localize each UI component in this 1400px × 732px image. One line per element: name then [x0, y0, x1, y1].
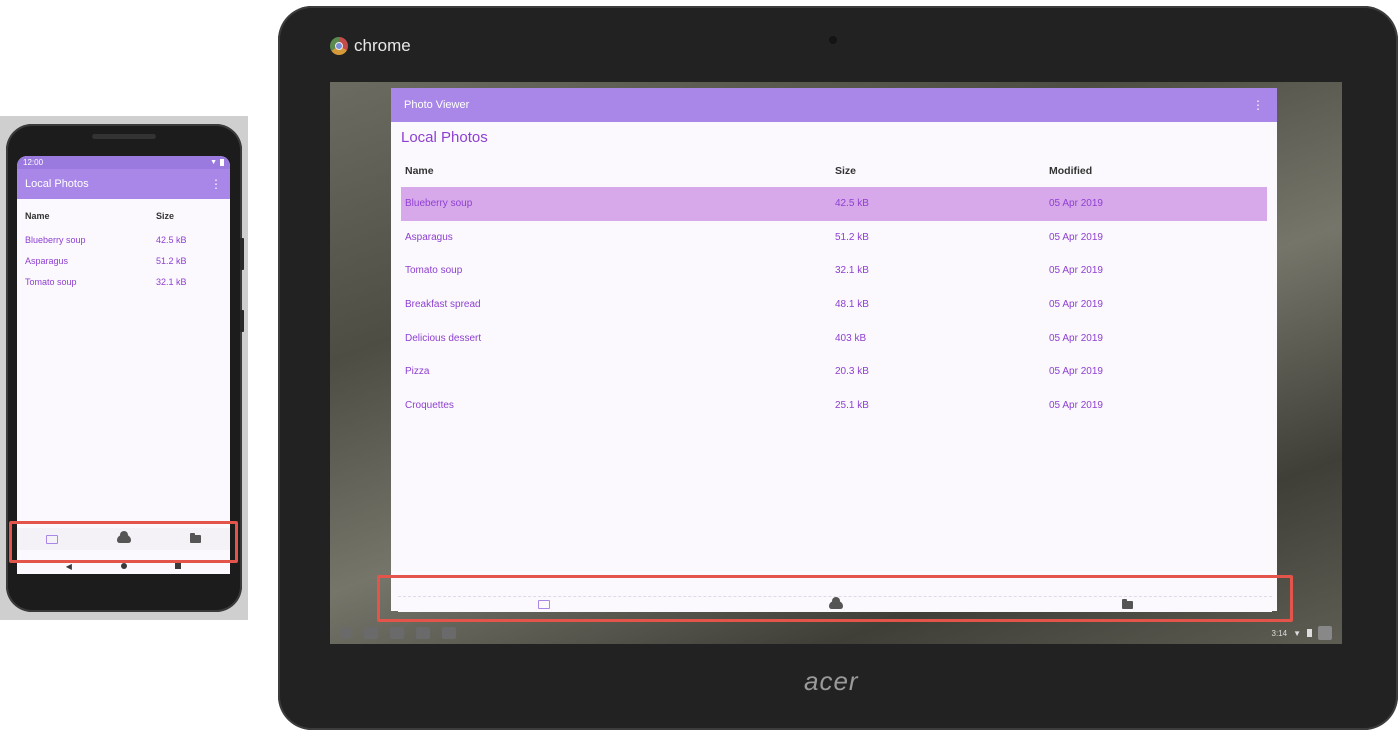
more-options-icon[interactable]: ⋮ [210, 178, 222, 190]
chrome-logo-icon [330, 37, 348, 55]
column-header-name[interactable]: Name [25, 211, 156, 221]
phone-app-bar: Local Photos ⋮ [17, 169, 230, 199]
page-title: Local Photos [401, 129, 488, 146]
row-size: 51.2 kB [156, 255, 187, 266]
table-row[interactable]: Tomato soup 32.1 kB [25, 271, 222, 292]
phone-status-time: 12:00 [23, 158, 44, 167]
mail-shelf-icon[interactable] [390, 627, 404, 639]
row-size: 32.1 kB [156, 276, 187, 287]
row-size: 42.5 kB [835, 198, 869, 210]
row-modified: 05 Apr 2019 [1049, 366, 1103, 378]
launcher-icon[interactable] [340, 627, 352, 639]
phone-screen: 12:00 ▼ Local Photos ⋮ Name Size Blueber… [17, 156, 230, 574]
phone-table-header: Name Size [25, 203, 222, 229]
window-app-title: Photo Viewer [404, 99, 470, 111]
column-header-name[interactable]: Name [405, 165, 835, 177]
table-row[interactable]: Croquettes 25.1 kB 05 Apr 2019 [401, 389, 1267, 423]
home-icon[interactable] [120, 563, 127, 569]
phone-volume-button [240, 238, 244, 270]
docs-shelf-icon[interactable] [416, 627, 430, 639]
row-name: Blueberry soup [405, 198, 473, 210]
wifi-icon: ▼ [210, 159, 217, 166]
play-shelf-icon[interactable] [442, 627, 456, 639]
phone-app-title: Local Photos [25, 178, 89, 190]
row-name: Tomato soup [25, 276, 77, 287]
recents-icon[interactable] [175, 563, 182, 569]
photo-viewer-window: Photo Viewer ⋮ Local Photos Name Size Mo… [391, 88, 1277, 611]
phone-navigation-highlight [9, 521, 238, 563]
row-size: 42.5 kB [156, 234, 187, 245]
row-name: Croquettes [405, 399, 454, 411]
row-size: 25.1 kB [835, 399, 869, 411]
chrome-label: chrome [354, 36, 411, 55]
battery-icon [220, 159, 224, 166]
row-size: 20.3 kB [835, 366, 869, 378]
table-row[interactable]: Tomato soup 32.1 kB 05 Apr 2019 [401, 254, 1267, 288]
table-row[interactable]: Delicious dessert 403 kB 05 Apr 2019 [401, 321, 1267, 355]
row-modified: 05 Apr 2019 [1049, 299, 1103, 311]
row-modified: 05 Apr 2019 [1049, 332, 1103, 344]
table-header: Name Size Modified [401, 156, 1267, 186]
avatar[interactable] [1318, 626, 1332, 640]
table-row[interactable]: Pizza 20.3 kB 05 Apr 2019 [401, 355, 1267, 389]
chrome-shelf-icon[interactable] [364, 627, 378, 639]
row-modified: 05 Apr 2019 [1049, 231, 1103, 243]
row-modified: 05 Apr 2019 [1049, 265, 1103, 277]
wifi-icon: ▼ [1293, 628, 1301, 638]
phone-photo-table: Name Size Blueberry soup 42.5 kB Asparag… [17, 199, 230, 296]
system-tray[interactable]: 3:14 ▼ [1271, 626, 1332, 640]
phone-speaker [92, 134, 156, 139]
phone-status-bar: 12:00 ▼ [17, 156, 230, 169]
row-modified: 05 Apr 2019 [1049, 198, 1103, 210]
device-brand-logo: acer [804, 666, 859, 696]
row-size: 48.1 kB [835, 299, 869, 311]
row-name: Delicious dessert [405, 332, 482, 344]
table-row-selected[interactable]: Blueberry soup 42.5 kB 05 Apr 2019 [401, 187, 1267, 221]
table-row[interactable]: Asparagus 51.2 kB 05 Apr 2019 [401, 221, 1267, 255]
table-row[interactable]: Blueberry soup 42.5 kB [25, 229, 222, 250]
chrome-badge: chrome [330, 36, 411, 56]
row-size: 51.2 kB [835, 231, 869, 243]
row-name: Tomato soup [405, 265, 463, 277]
column-header-size[interactable]: Size [835, 165, 1049, 177]
photo-table: Name Size Modified Blueberry soup 42.5 k… [391, 156, 1277, 422]
row-size: 403 kB [835, 332, 867, 344]
more-options-icon[interactable]: ⋮ [1252, 99, 1264, 111]
chromeos-shelf: 3:14 ▼ [330, 622, 1342, 644]
row-name: Pizza [405, 366, 430, 378]
shelf-time: 3:14 [1271, 628, 1288, 638]
row-name: Breakfast spread [405, 299, 481, 311]
row-modified: 05 Apr 2019 [1049, 399, 1103, 411]
window-app-bar: Photo Viewer ⋮ [391, 88, 1277, 122]
column-header-modified[interactable]: Modified [1049, 165, 1092, 177]
row-name: Blueberry soup [25, 234, 86, 245]
battery-icon [1307, 629, 1312, 637]
column-header-size[interactable]: Size [156, 211, 216, 221]
camera-icon [829, 36, 837, 44]
row-name: Asparagus [405, 231, 453, 243]
table-row[interactable]: Asparagus 51.2 kB [25, 250, 222, 271]
row-size: 32.1 kB [835, 265, 869, 277]
tablet-navigation-highlight [377, 575, 1293, 622]
phone-power-button [240, 310, 244, 332]
table-row[interactable]: Breakfast spread 48.1 kB 05 Apr 2019 [401, 288, 1267, 322]
row-name: Asparagus [25, 255, 69, 266]
